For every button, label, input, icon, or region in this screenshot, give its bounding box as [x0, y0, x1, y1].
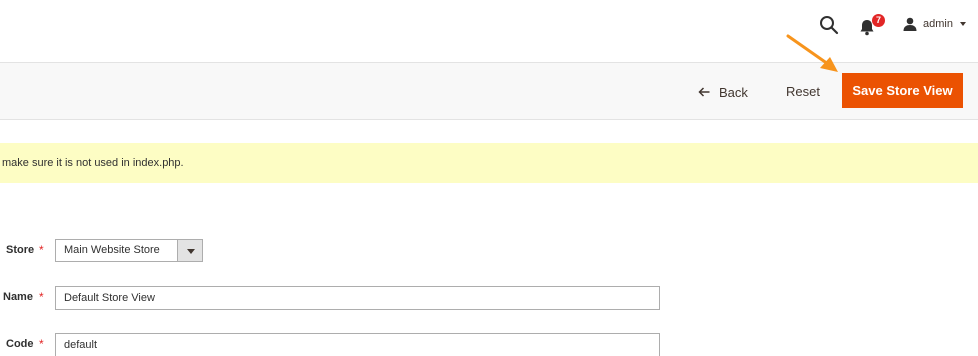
user-name: admin	[923, 18, 953, 30]
code-input[interactable]	[55, 333, 660, 356]
notifications-button[interactable]: 7	[858, 14, 885, 38]
admin-header: 7 admin	[0, 0, 978, 62]
back-button[interactable]: Back	[698, 82, 748, 102]
message-text: make sure it is not used in index.php.	[2, 157, 184, 169]
page-actions-bar: Back Reset Save Store View	[0, 62, 978, 120]
name-label: Name	[3, 291, 33, 303]
back-label: Back	[719, 84, 748, 100]
store-field-row: Store * Main Website Store	[0, 239, 210, 263]
search-icon	[820, 16, 839, 35]
required-marker: *	[39, 337, 44, 351]
store-select[interactable]: Main Website Store	[55, 239, 203, 262]
search-button[interactable]	[818, 14, 840, 36]
warning-message: make sure it is not used in index.php.	[0, 143, 978, 183]
required-marker: *	[39, 243, 44, 257]
notifications-badge: 7	[872, 14, 885, 27]
store-label: Store	[6, 244, 35, 256]
user-menu[interactable]: admin	[903, 14, 966, 34]
required-marker: *	[39, 290, 44, 304]
reset-button[interactable]: Reset	[786, 82, 820, 102]
user-icon	[903, 17, 917, 31]
store-select-value: Main Website Store	[64, 244, 160, 256]
arrow-left-icon	[698, 87, 710, 97]
name-field-row: Name *	[0, 286, 665, 310]
name-input[interactable]	[55, 286, 660, 310]
code-label: Code	[6, 338, 34, 350]
chevron-down-icon	[959, 22, 966, 26]
chevron-down-icon[interactable]	[177, 240, 202, 261]
code-field-row: Code *	[0, 333, 665, 356]
save-store-view-button[interactable]: Save Store View	[842, 73, 963, 108]
